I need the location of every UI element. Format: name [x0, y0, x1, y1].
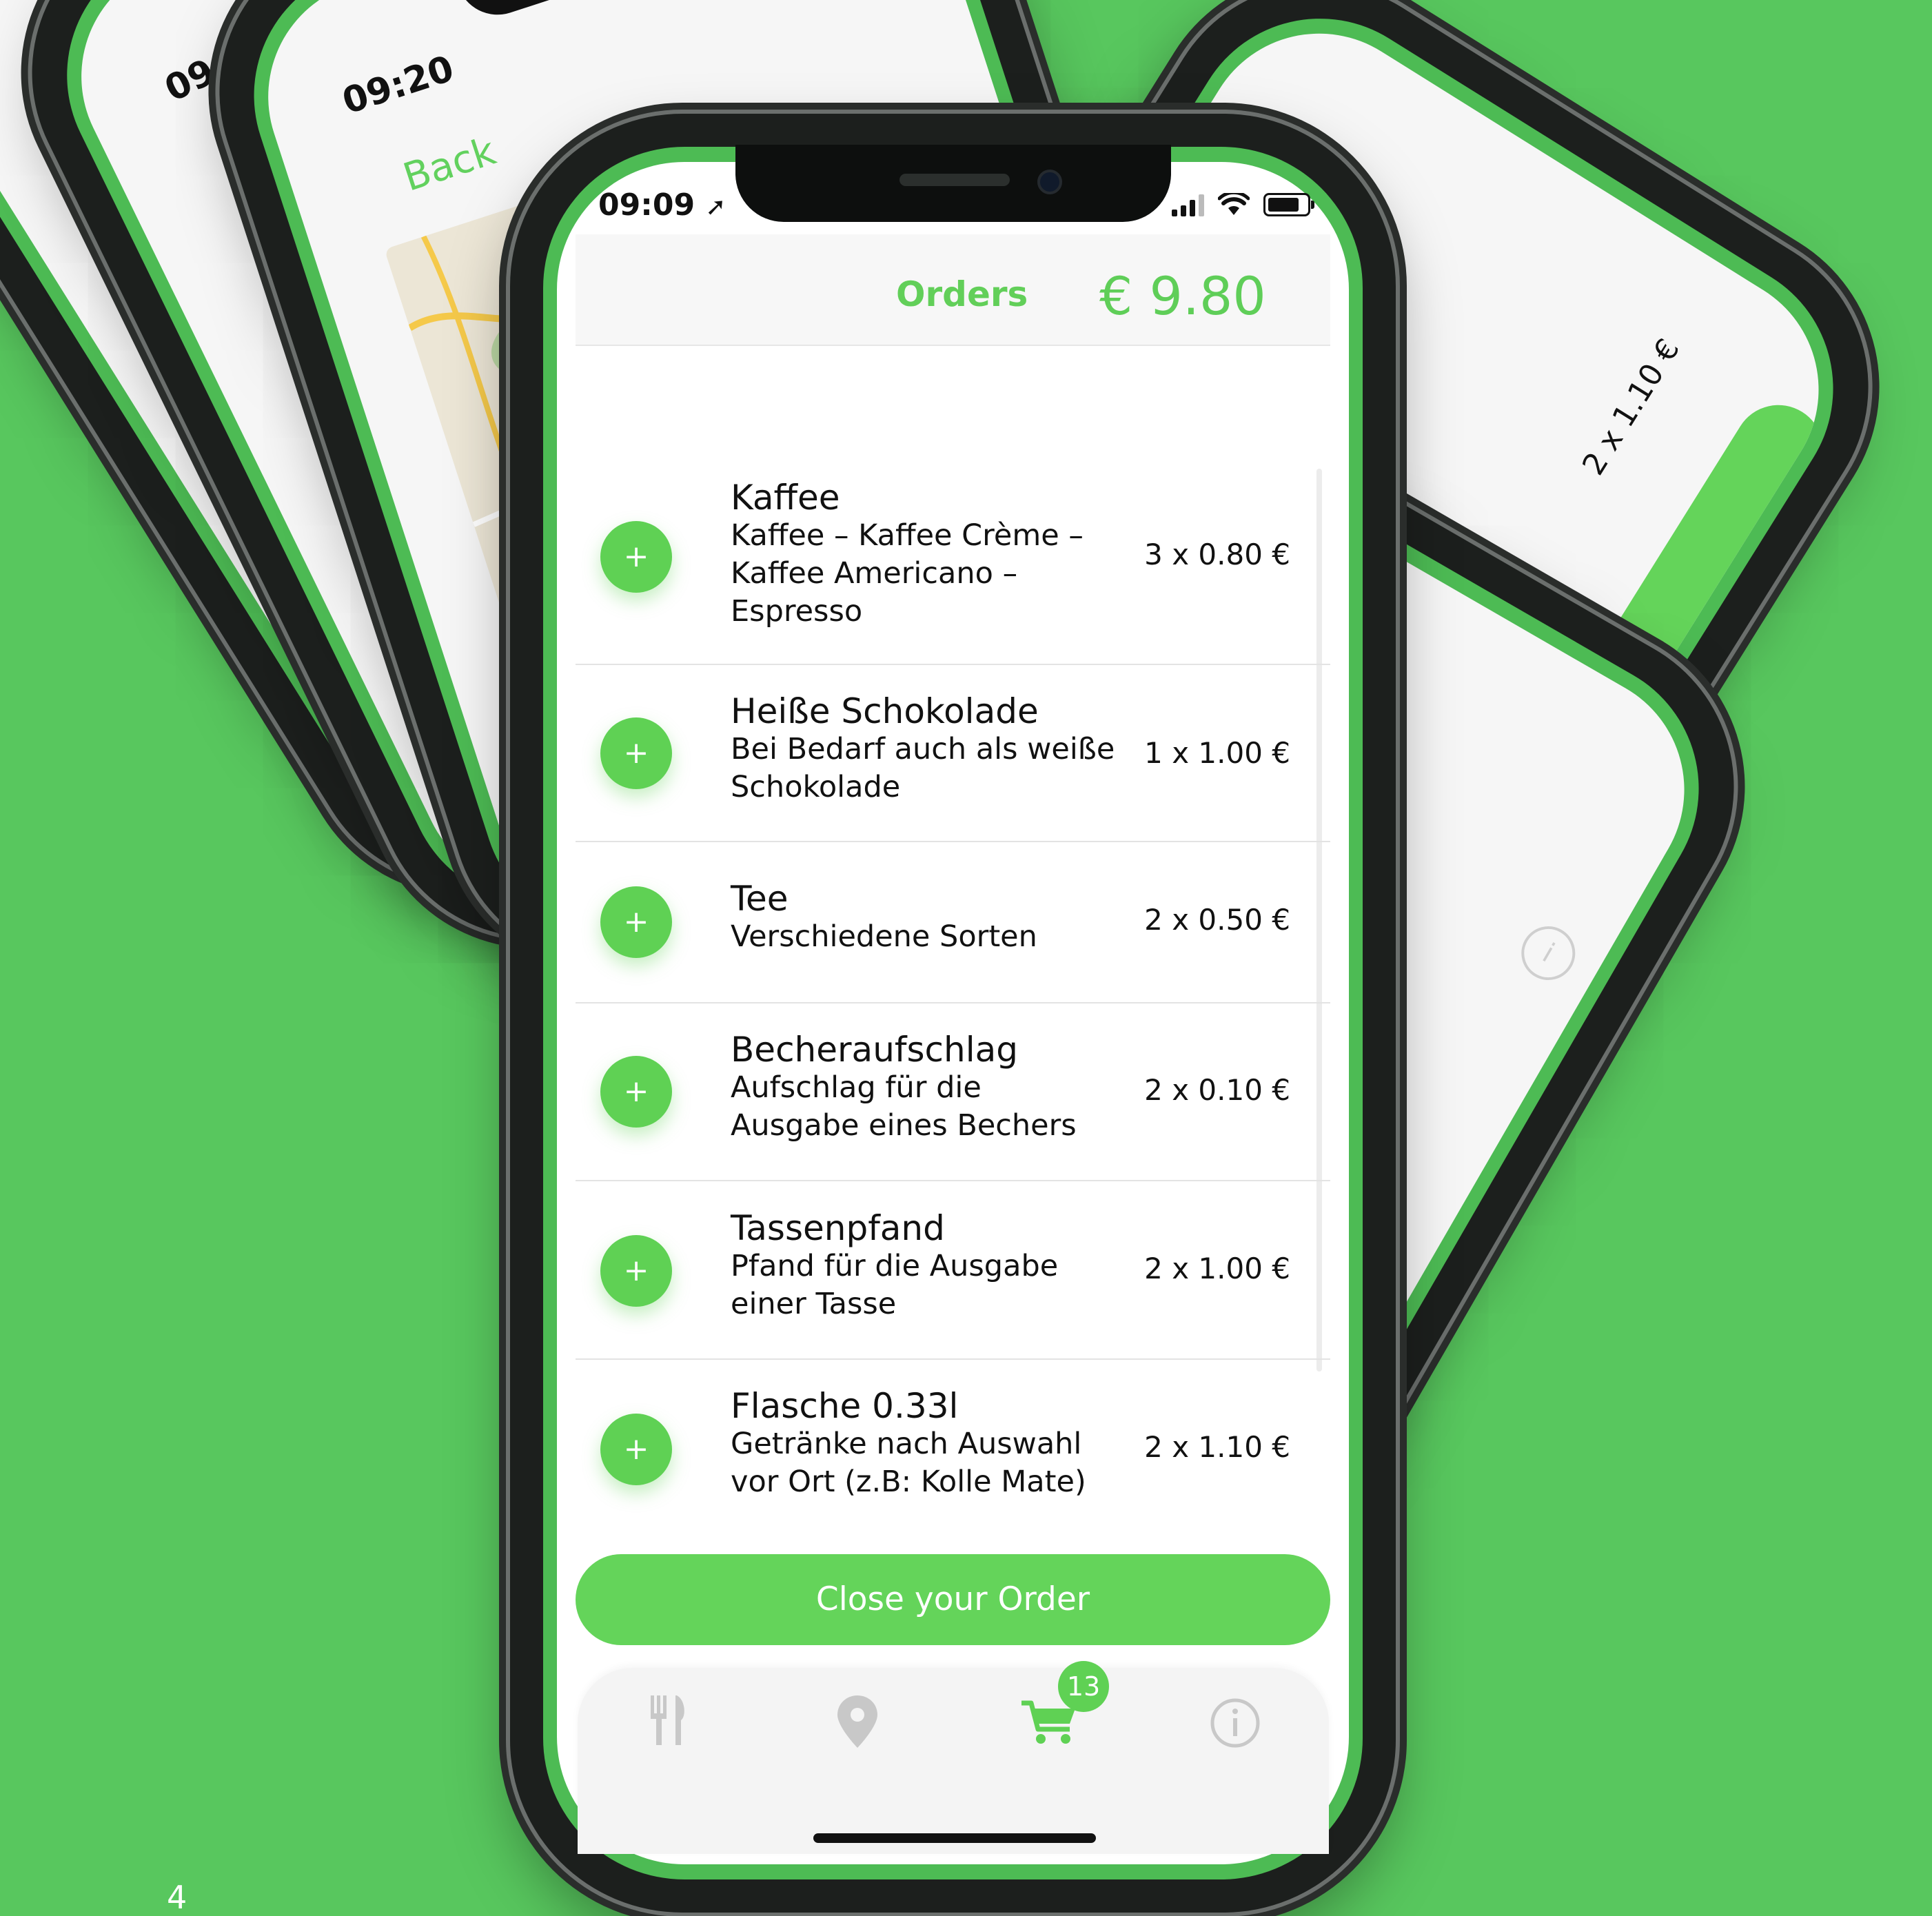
item-title: Kaffee [731, 478, 840, 518]
tab-location[interactable] [837, 1695, 877, 1751]
time-text: 09:09 [598, 187, 695, 223]
item-quantity: 3 x 0.80 € [1144, 538, 1290, 571]
location-pin-icon [837, 1695, 877, 1748]
tab-menu[interactable] [648, 1695, 689, 1748]
item-quantity: 2 x 1.10 € [1144, 1430, 1290, 1464]
camera [1037, 170, 1062, 194]
tab-bar [578, 1668, 1329, 1854]
item-description: Verschiedene Sorten [731, 919, 1037, 954]
status-bar-time: 09:09 ➚ [598, 187, 726, 223]
add-item-button[interactable]: + [600, 886, 672, 958]
cart-badge: 13 [1058, 1661, 1109, 1712]
list-item: + Flasche 0.33l Getränke nach Auswahl vo… [576, 1360, 1330, 1532]
item-description: Getränke nach Auswahl vor Ort (z.B: Koll… [731, 1427, 1086, 1499]
item-title: Flasche 0.33l [731, 1386, 959, 1426]
item-title: Becheraufschlag [731, 1030, 1018, 1070]
page-title: Orders [896, 274, 1028, 314]
add-item-button[interactable]: + [600, 1056, 672, 1128]
add-item-button[interactable]: + [600, 1414, 672, 1485]
item-quantity: 2 x 0.50 € [1144, 903, 1290, 937]
item-description: Kaffee – Kaffee Crème – Kaffee Americano… [731, 518, 1084, 629]
item-description: Bei Bedarf auch als weiße Schokolade [731, 732, 1115, 804]
item-title: Tee [731, 879, 789, 919]
info-icon[interactable]: i [1512, 916, 1585, 990]
battery-icon [1263, 193, 1314, 216]
home-indicator[interactable] [813, 1833, 1096, 1843]
add-item-button[interactable]: + [600, 521, 672, 593]
wifi-icon [1218, 193, 1250, 215]
close-order-button[interactable]: Close your Order [576, 1554, 1330, 1645]
list-item: + Kaffee Kaffee – Kaffee Crème – Kaffee … [576, 455, 1330, 665]
back-button[interactable]: Back [398, 129, 500, 201]
tab-info[interactable] [1210, 1698, 1261, 1751]
location-arrow-icon: ➚ [705, 193, 726, 221]
status-icons [1172, 193, 1314, 216]
list-item: + Heiße Schokolade Bei Bedarf auch als w… [576, 665, 1330, 842]
price-text: 2 x 1.10 € [1576, 333, 1687, 482]
add-item-button[interactable]: + [600, 717, 672, 789]
item-quantity: 1 x 1.00 € [1144, 736, 1290, 770]
order-list: + Kaffee Kaffee – Kaffee Crème – Kaffee … [576, 455, 1330, 1532]
info-icon[interactable]: i [1758, 508, 1833, 582]
list-item: + Tassenpfand Pfand für die Ausgabe eine… [576, 1181, 1330, 1360]
item-quantity: 2 x 0.10 € [1144, 1073, 1290, 1107]
page-number: 4 [167, 1879, 187, 1916]
speaker [899, 174, 1010, 186]
order-total: € 9.80 [1099, 265, 1266, 327]
list-item: + Becheraufschlag Aufschlag für die Ausg… [576, 1003, 1330, 1181]
info-icon [1210, 1698, 1260, 1748]
status-time: 09:20 [337, 48, 459, 123]
add-item-button[interactable]: + [600, 1235, 672, 1307]
signal-icon [1172, 193, 1204, 216]
fork-knife-icon [651, 1695, 684, 1745]
item-title: Tassenpfand [731, 1208, 945, 1248]
item-description: Pfand für die Ausgabe einer Tasse [731, 1249, 1059, 1321]
list-item: + Tee Verschiedene Sorten 2 x 0.50 € [576, 842, 1330, 1003]
item-quantity: 2 x 1.00 € [1144, 1252, 1290, 1285]
item-title: Heiße Schokolade [731, 691, 1039, 731]
item-description: Aufschlag für die Ausgabe eines Bechers [731, 1070, 1077, 1143]
